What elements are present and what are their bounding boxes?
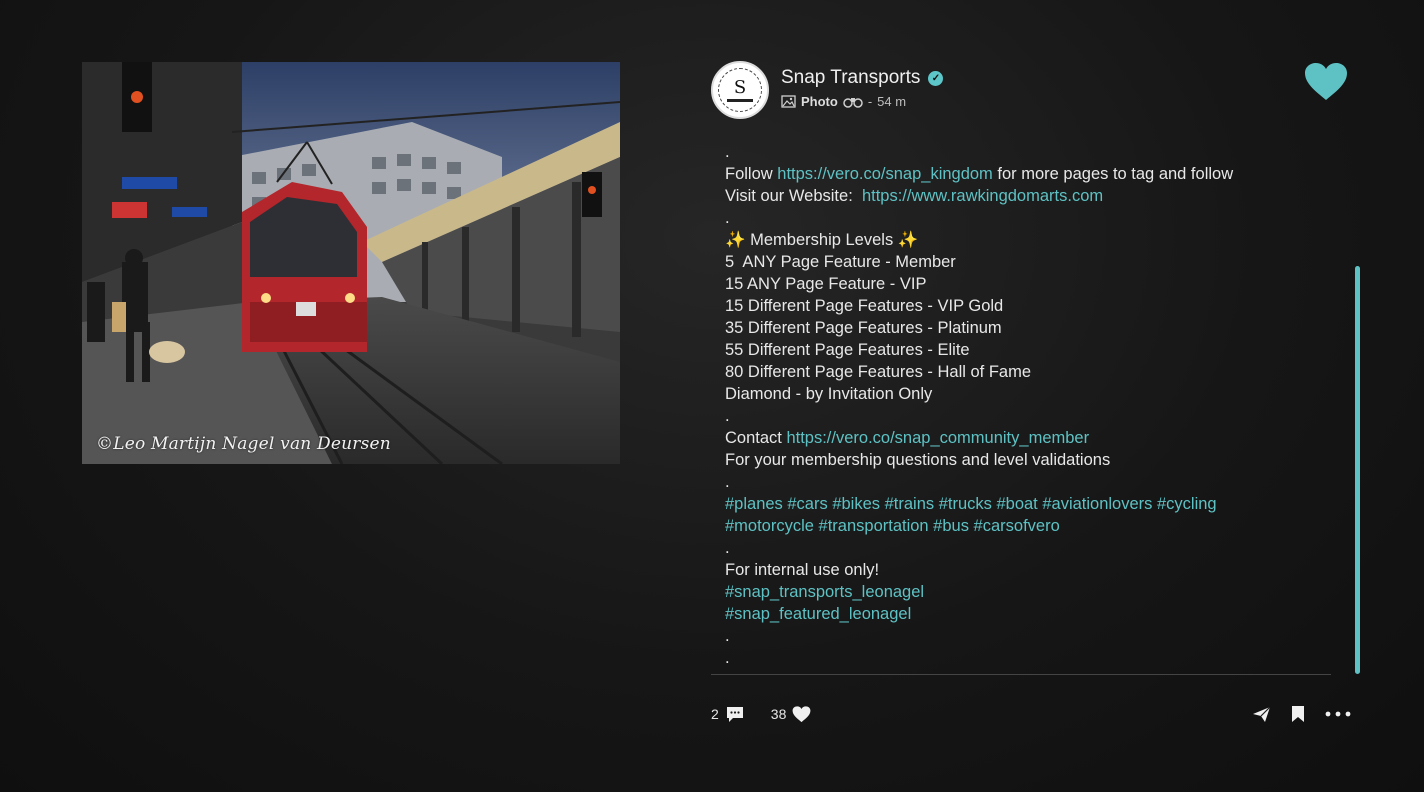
caption-line: 35 Different Page Features - Platinum [725,319,1002,337]
like-count: 38 [770,706,787,722]
caption-text: Contact [725,429,787,447]
footer-actions [1252,702,1351,726]
caption-line: . [725,407,730,425]
comment-count: 2 [711,706,719,722]
snap-kingdom-link[interactable]: https://vero.co/snap_kingdom [777,165,993,183]
post-footer: 2 38 [711,702,1351,726]
caption-line: . [725,539,730,557]
like-heart-icon[interactable] [1304,62,1348,102]
caption-cut-line [725,130,1340,141]
avatar-bar [727,98,753,102]
more-options-icon[interactable] [1325,711,1351,717]
caption-line: 5 ANY Page Feature - Member [725,253,956,271]
comment-icon [726,707,743,722]
hashtag-line[interactable]: #snap_transports_leonagel [725,581,1340,603]
caption-line: Diamond - by Invitation Only [725,385,933,403]
share-send-icon[interactable] [1252,706,1271,723]
caption-line: . [725,209,730,227]
caption-line: . [725,627,730,645]
website-link[interactable]: https://www.rawkingdomarts.com [862,187,1103,205]
caption-line: For your membership questions and level … [725,451,1111,469]
caption-line: 15 Different Page Features - VIP Gold [725,297,1004,315]
hashtag-line[interactable]: #snap_featured_leonagel [725,603,1340,625]
heart-icon [792,705,811,722]
caption-line: Visit our Website: https://www.rawkingdo… [725,185,1340,207]
caption-text: Visit our Website: [725,187,862,205]
hashtag-line[interactable]: #motorcycle #transportation #bus #carsof… [725,515,1340,537]
avatar-letter: S [733,76,747,98]
caption-scrollbar[interactable] [1355,266,1360,674]
account-name-row: Snap Transports ✓ [781,67,944,89]
binoculars-icon [843,98,863,108]
comments-button[interactable]: 2 [711,705,745,723]
hashtag-line[interactable]: #planes #cars #bikes #trains #trucks #bo… [725,493,1340,515]
post-header: S Snap Transports ✓ Photo - 54 m [711,61,1351,119]
verified-badge-icon: ✓ [928,70,944,86]
caption-text: for more pages to tag and follow [992,165,1234,183]
account-name[interactable]: Snap Transports [781,67,920,89]
post-type: Photo [801,94,838,109]
caption-line: For internal use only! [725,561,880,579]
post-time: 54 m [877,94,907,109]
post-meta: Photo - 54 m [781,94,906,109]
caption-line: . [725,649,730,667]
train-station-photo [82,62,620,464]
bookmark-icon[interactable] [1291,705,1305,723]
meta-separator: - [867,94,873,109]
photo-watermark: ©Leo Martijn Nagel van Deursen [96,434,391,454]
avatar[interactable]: S [711,61,769,119]
caption-line: ✨ Membership Levels ✨ [725,231,919,249]
caption-line: Follow https://vero.co/snap_kingdom for … [725,163,1340,185]
caption-line: . [725,143,730,161]
post-photo[interactable]: ©Leo Martijn Nagel van Deursen [82,62,620,464]
community-member-link[interactable]: https://vero.co/snap_community_member [786,429,1089,447]
likes-button[interactable]: 38 [770,705,812,723]
post-caption: . Follow https://vero.co/snap_kingdom fo… [725,130,1340,668]
caption-line: . [725,473,730,491]
photo-icon [781,95,796,108]
caption-line: 15 ANY Page Feature - VIP [725,275,927,293]
caption-line: 80 Different Page Features - Hall of Fam… [725,363,1032,381]
caption-line: 55 Different Page Features - Elite [725,341,970,359]
avatar-logo: S [718,68,762,112]
footer-divider [711,674,1331,675]
caption-line: Contact https://vero.co/snap_community_m… [725,427,1340,449]
caption-text: Follow [725,165,778,183]
